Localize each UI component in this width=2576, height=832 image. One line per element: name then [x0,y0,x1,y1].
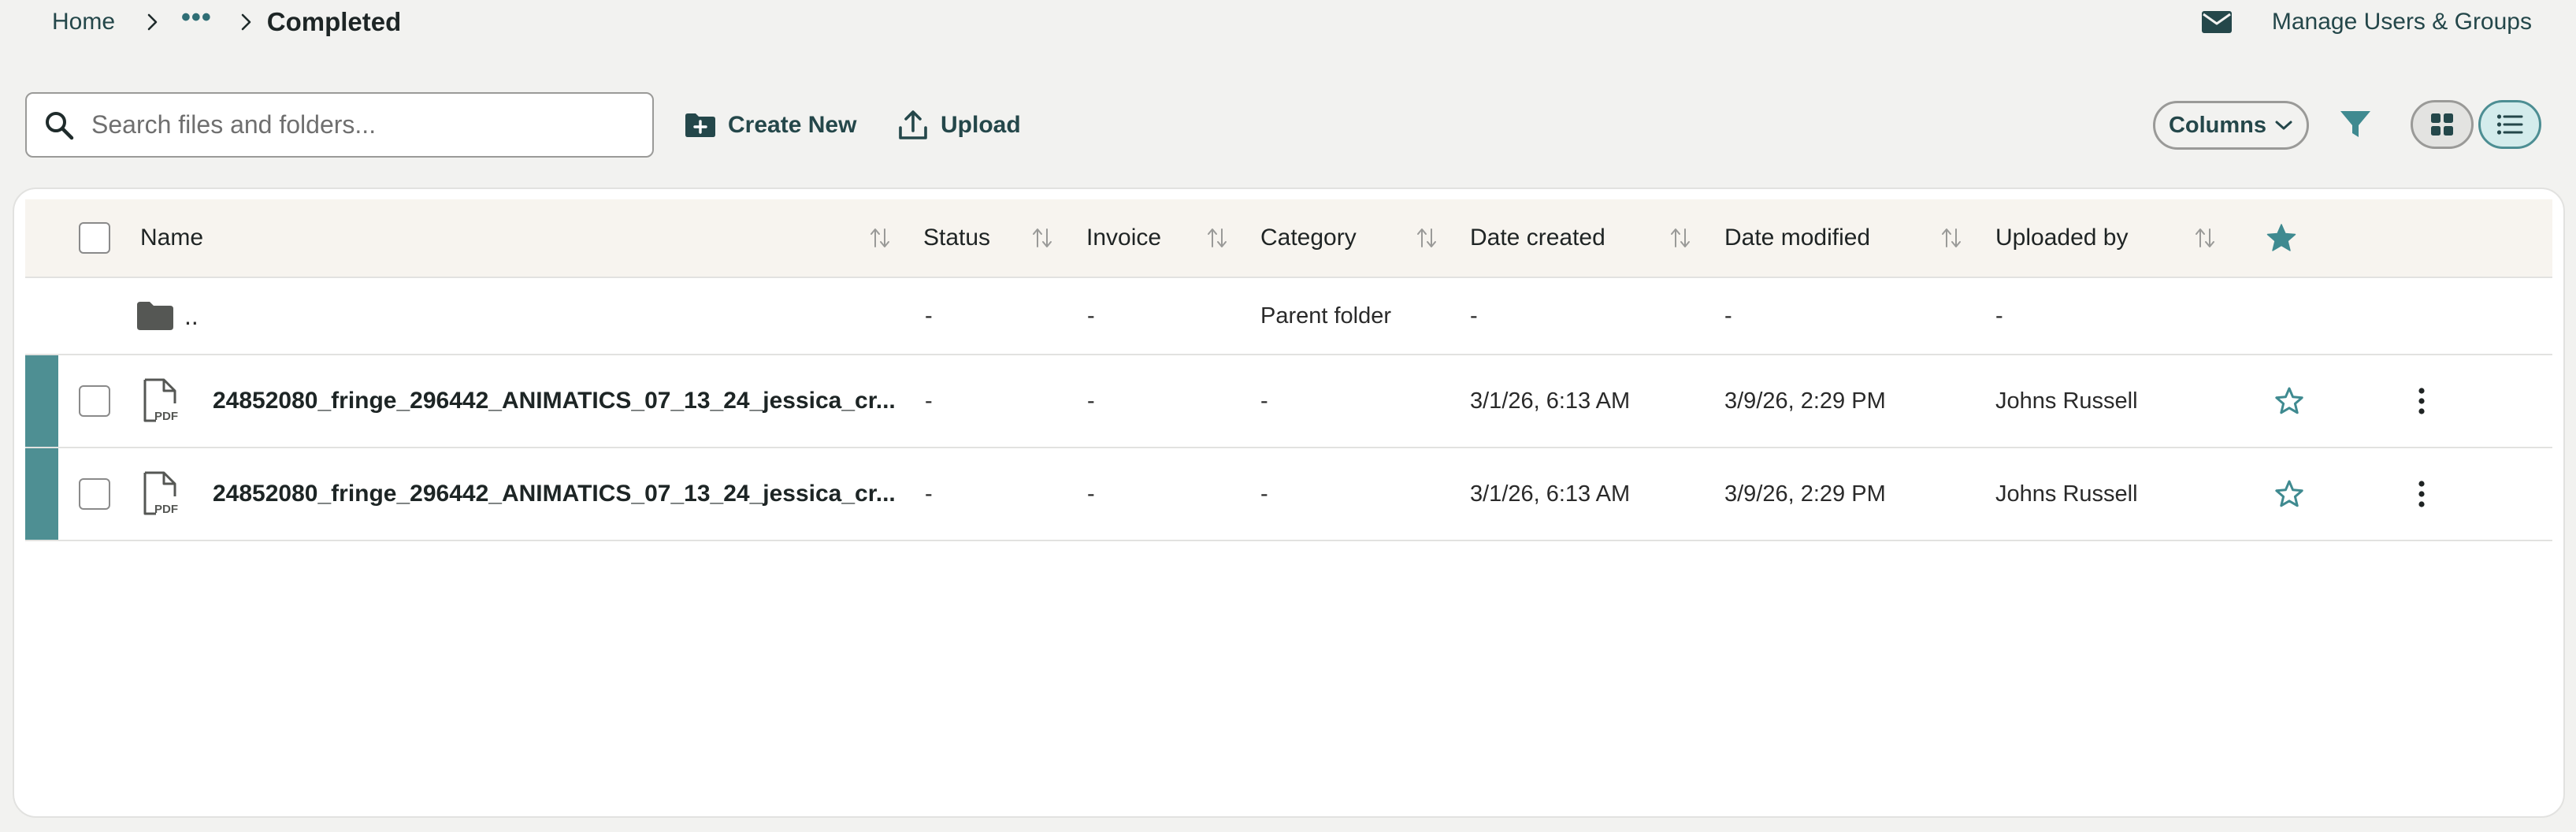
column-header-status[interactable]: Status [923,199,990,277]
pdf-file-icon: PDF [140,355,183,447]
mail-icon[interactable] [2201,9,2233,35]
svg-text:PDF: PDF [154,410,178,423]
sort-icon[interactable] [868,199,892,277]
cell-uploaded-by: - [1995,303,2003,329]
cell-category: - [1260,388,1268,414]
cell-date-created: 3/1/26, 6:13 AM [1470,388,1631,414]
cell-date-modified: - [1724,303,1732,329]
select-all-checkbox[interactable] [79,222,110,254]
file-table: Name Status Invoice Category Date create… [25,199,2552,541]
sort-icon[interactable] [2193,199,2217,277]
sort-icon[interactable] [1205,199,1229,277]
favorites-column-star-icon[interactable] [2261,199,2302,277]
cell-status: - [925,481,933,507]
folder-plus-icon [685,113,715,137]
column-header-category[interactable]: Category [1260,199,1357,277]
list-view-button[interactable] [2478,100,2541,149]
file-browser: Home ••• Completed Manage Users & Groups [0,0,2576,832]
folder-icon [135,278,175,354]
cell-uploaded-by: Johns Russell [1995,388,2138,414]
cell-invoice: - [1087,388,1095,414]
row-accent-bar [25,448,58,540]
sort-icon[interactable] [1415,199,1438,277]
column-header-invoice[interactable]: Invoice [1086,199,1161,277]
sort-icon[interactable] [1668,199,1692,277]
columns-dropdown[interactable]: Columns [2153,101,2309,150]
breadcrumb-home[interactable]: Home [52,9,115,35]
cell-date-modified: 3/9/26, 2:29 PM [1724,481,1886,507]
manage-users-link[interactable]: Manage Users & Groups [2201,0,2532,44]
list-view-icon [2496,114,2523,135]
chevron-down-icon [2275,121,2292,130]
upload-button[interactable]: Upload [896,92,1021,158]
cell-category: Parent folder [1260,303,1392,329]
row-checkbox[interactable] [79,478,110,510]
svg-text:PDF: PDF [154,503,178,516]
breadcrumb-more-button[interactable]: ••• [181,4,212,31]
column-header-date-modified[interactable]: Date modified [1724,199,1870,277]
table-header-row: Name Status Invoice Category Date create… [25,199,2552,278]
manage-users-label[interactable]: Manage Users & Groups [2272,9,2532,35]
search-input[interactable] [91,110,652,139]
parent-folder-name[interactable]: .. [184,278,199,354]
create-new-label[interactable]: Create New [728,112,856,139]
column-header-name[interactable]: Name [140,199,203,277]
breadcrumb: Home ••• Completed [52,0,401,44]
cell-status: - [925,388,933,414]
cell-date-created: 3/1/26, 6:13 AM [1470,481,1631,507]
star-icon[interactable] [2269,448,2310,540]
create-new-button[interactable]: Create New [684,92,856,158]
file-name[interactable]: 24852080_fringe_296442_ANIMATICS_07_13_2… [213,448,896,540]
filter-icon[interactable] [2338,107,2373,142]
cell-status: - [925,303,933,329]
chevron-right-icon [139,9,165,35]
grid-view-icon [2431,113,2453,136]
pdf-file-icon: PDF [140,448,183,540]
cell-date-created: - [1470,303,1478,329]
table-row[interactable]: PDF 24852080_fringe_296442_ANIMATICS_07_… [25,355,2552,448]
upload-icon [899,110,927,139]
cell-category: - [1260,481,1268,507]
more-vertical-icon[interactable] [2404,448,2439,540]
grid-view-button[interactable] [2411,100,2474,149]
row-checkbox[interactable] [79,385,110,417]
row-accent-bar [25,355,58,447]
sort-icon[interactable] [1030,199,1054,277]
more-vertical-icon[interactable] [2404,355,2439,447]
cell-invoice: - [1087,481,1095,507]
column-header-uploaded-by[interactable]: Uploaded by [1995,199,2128,277]
cell-invoice: - [1087,303,1095,329]
column-header-date-created[interactable]: Date created [1470,199,1605,277]
table-row[interactable]: PDF 24852080_fringe_296442_ANIMATICS_07_… [25,448,2552,541]
cell-uploaded-by: Johns Russell [1995,481,2138,507]
file-name[interactable]: 24852080_fringe_296442_ANIMATICS_07_13_2… [213,355,896,447]
parent-folder-row[interactable]: .. - - Parent folder - - - [25,278,2552,355]
upload-label[interactable]: Upload [941,112,1021,139]
cell-date-modified: 3/9/26, 2:29 PM [1724,388,1886,414]
sort-icon[interactable] [1939,199,1963,277]
star-icon[interactable] [2269,355,2310,447]
search-box[interactable] [25,92,654,158]
top-bar: Home ••• Completed Manage Users & Groups [0,0,2576,47]
chevron-right-icon [232,9,259,35]
columns-label[interactable]: Columns [2169,113,2266,139]
breadcrumb-current: Completed [266,7,402,36]
search-icon [46,111,74,139]
